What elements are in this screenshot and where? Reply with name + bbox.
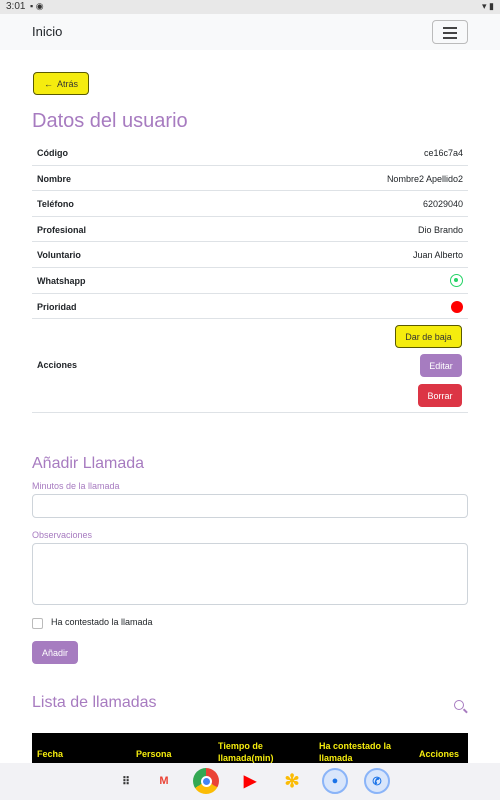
column-header: Ha contestado la llamada [319, 741, 392, 763]
arrow-left-icon: ← [43, 78, 53, 89]
status-time: 3:01 [6, 1, 26, 12]
observations-textarea[interactable] [32, 543, 468, 605]
hamburger-icon [443, 37, 457, 39]
user-section-title: Datos del usuario [32, 110, 188, 132]
table-row: Prioridad [32, 294, 468, 320]
add-call-title: Añadir Llamada [32, 455, 145, 472]
table-row: Nombre Nombre2 Apellido2 [32, 166, 468, 192]
row-label: Nombre [37, 173, 72, 184]
row-value: Juan Alberto [412, 250, 463, 261]
table-row: Whatshapp [32, 268, 468, 294]
youtube-icon[interactable]: ▶ [237, 768, 263, 794]
add-call-button[interactable]: Añadir [32, 641, 78, 664]
row-value: 62029040 [422, 199, 463, 210]
navbar-brand[interactable]: Inicio [32, 24, 62, 39]
delete-button[interactable]: Borrar [418, 384, 462, 408]
phone-icon[interactable]: ✆ [364, 768, 390, 794]
table-row: Profesional Dio Brando [32, 217, 468, 243]
back-button[interactable]: ← Atrás [33, 72, 89, 95]
column-header: Acciones [419, 749, 460, 759]
call-list-title: Lista de llamadas [32, 694, 157, 711]
photos-icon[interactable]: ✻ [279, 768, 305, 794]
row-label: Prioridad [37, 301, 77, 312]
answered-label: Ha contestado la llamada [51, 617, 153, 627]
table-row: Voluntario Juan Alberto [32, 242, 468, 268]
column-header: Fecha [37, 749, 64, 759]
apps-grid-icon[interactable]: ⠿ [113, 768, 139, 794]
row-label: Whatshapp [37, 275, 86, 286]
hamburger-icon [443, 32, 457, 34]
row-label: Acciones [37, 360, 78, 371]
minutes-input[interactable] [32, 494, 468, 518]
row-label: Profesional [37, 224, 87, 235]
table-row-actions: Acciones Dar de baja Editar Borrar [32, 319, 468, 414]
table-row: Teléfono 62029040 [32, 191, 468, 217]
menu-toggle-button[interactable] [432, 20, 468, 44]
column-header: Tiempo de llamada(min) [218, 741, 274, 763]
edit-button[interactable]: Editar [420, 354, 462, 378]
whatsapp-icon[interactable] [450, 273, 463, 287]
gmail-icon[interactable]: M [151, 768, 177, 794]
row-label: Voluntario [37, 250, 81, 261]
messages-icon[interactable]: ● [322, 768, 348, 794]
dar-de-baja-button[interactable]: Dar de baja [395, 325, 462, 349]
back-button-label: Atrás [56, 78, 78, 89]
observations-label: Observaciones [32, 530, 93, 540]
row-value: Dio Brando [417, 224, 463, 235]
calls-table-header: Fecha Persona Tiempo de llamada(min) Ha … [32, 733, 468, 763]
user-details-table: Código ce16c7a4 Nombre Nombre2 Apellido2… [32, 140, 468, 414]
status-bar: 3:01 ▪ ◉ ▾ ▮ [0, 0, 500, 14]
answered-checkbox[interactable] [32, 618, 43, 629]
minutes-label: Minutos de la llamada [32, 481, 120, 491]
row-label: Teléfono [37, 199, 74, 210]
row-value: Nombre2 Apellido2 [386, 173, 463, 184]
notification-icons: ▪ ◉ [30, 1, 44, 11]
table-row: Código ce16c7a4 [32, 140, 468, 166]
row-value: ce16c7a4 [423, 148, 463, 158]
hamburger-icon [443, 27, 457, 29]
column-header: Persona [136, 749, 172, 759]
navbar: Inicio [0, 14, 500, 50]
chrome-icon[interactable] [193, 768, 219, 794]
priority-dot [451, 300, 463, 313]
signal-battery-icon: ▾ ▮ [482, 1, 494, 11]
row-label: Código [37, 148, 68, 158]
search-icon[interactable] [454, 700, 464, 710]
